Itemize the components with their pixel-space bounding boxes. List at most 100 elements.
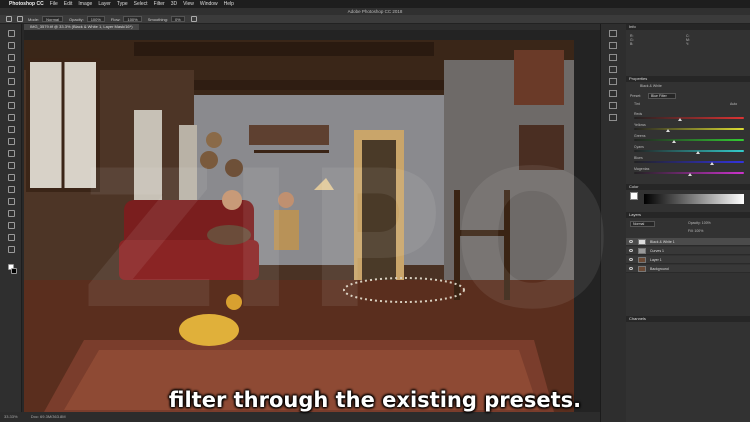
gear-icon[interactable] bbox=[190, 16, 197, 22]
gradient-tool-icon[interactable] bbox=[8, 162, 15, 169]
blues-slider-knob[interactable] bbox=[710, 162, 714, 165]
info-readout-1: R: G: B: bbox=[630, 34, 634, 46]
actions-icon[interactable] bbox=[609, 42, 617, 49]
menu-window[interactable]: Window bbox=[200, 1, 218, 7]
pen-tool-icon[interactable] bbox=[8, 186, 15, 193]
properties-panel-header[interactable]: Properties bbox=[626, 76, 750, 82]
menu-bar: Photoshop CC File Edit Image Layer Type … bbox=[0, 0, 750, 8]
shape-tool-icon[interactable] bbox=[8, 222, 15, 229]
cyans-slider-knob[interactable] bbox=[696, 151, 700, 154]
character-icon[interactable] bbox=[609, 90, 617, 97]
eye-icon[interactable] bbox=[629, 249, 633, 252]
options-bar: Mode: Normal Opacity: 100% Flow: 100% Sm… bbox=[0, 15, 750, 24]
layer-thumbnail bbox=[638, 266, 646, 272]
eye-icon[interactable] bbox=[629, 240, 633, 243]
menu-select[interactable]: Select bbox=[134, 1, 148, 7]
menu-file[interactable]: File bbox=[50, 1, 58, 7]
layer-thumbnail bbox=[638, 239, 646, 245]
layer-row[interactable]: Layer 1 bbox=[626, 256, 750, 264]
info-readout-2: C: M: Y: bbox=[686, 34, 690, 46]
auto-button[interactable]: Auto bbox=[730, 102, 737, 106]
stamp-tool-icon[interactable] bbox=[8, 126, 15, 133]
background-color-icon[interactable] bbox=[11, 268, 17, 274]
preset-dropdown[interactable]: Blue Filter bbox=[648, 93, 676, 99]
tools-panel bbox=[0, 24, 22, 412]
greens-slider[interactable] bbox=[634, 139, 744, 141]
type-tool-icon[interactable] bbox=[8, 198, 15, 205]
opacity-input[interactable]: 100% bbox=[86, 16, 105, 22]
tool-preset-icon[interactable] bbox=[6, 16, 12, 22]
styles-icon[interactable] bbox=[609, 114, 617, 121]
history-brush-icon[interactable] bbox=[8, 138, 15, 145]
layer-row[interactable]: Background bbox=[626, 265, 750, 273]
menu-type[interactable]: Type bbox=[117, 1, 128, 7]
menu-app-name[interactable]: Photoshop CC bbox=[9, 1, 44, 7]
mode-label: Mode: bbox=[28, 16, 40, 22]
menu-layer[interactable]: Layer bbox=[98, 1, 111, 7]
layer-opacity[interactable]: Opacity: 100% bbox=[688, 221, 711, 225]
history-icon[interactable] bbox=[609, 30, 617, 37]
layer-name: Background bbox=[650, 267, 669, 271]
channels-panel-header[interactable]: Channels bbox=[626, 316, 750, 322]
dodge-tool-icon[interactable] bbox=[8, 174, 15, 181]
layer-name: Black & White 1 bbox=[650, 240, 675, 244]
layer-fill[interactable]: Fill: 100% bbox=[688, 229, 703, 233]
eye-icon[interactable] bbox=[629, 267, 633, 270]
zoom-tool-icon[interactable] bbox=[8, 246, 15, 253]
path-select-tool-icon[interactable] bbox=[8, 210, 15, 217]
color-ramp[interactable] bbox=[644, 194, 744, 204]
quick-select-tool-icon[interactable] bbox=[8, 66, 15, 73]
menu-3d[interactable]: 3D bbox=[171, 1, 177, 7]
menu-view[interactable]: View bbox=[183, 1, 194, 7]
color-panel-header[interactable]: Color bbox=[626, 184, 750, 190]
reds-slider-knob[interactable] bbox=[678, 118, 682, 121]
layer-thumbnail bbox=[638, 257, 646, 263]
brush-settings-icon[interactable] bbox=[609, 54, 617, 61]
zoom-level[interactable]: 33.33% bbox=[4, 414, 18, 419]
flow-label: Flow: bbox=[110, 16, 121, 22]
brush-tool-icon[interactable] bbox=[8, 114, 15, 121]
layer-row[interactable]: Curves 1 bbox=[626, 247, 750, 255]
layer-row[interactable]: Black & White 1 bbox=[626, 238, 750, 246]
opacity-label: Opacity: bbox=[69, 16, 84, 22]
menu-edit[interactable]: Edit bbox=[64, 1, 73, 7]
brush-preset-icon[interactable] bbox=[17, 16, 23, 22]
hand-tool-icon[interactable] bbox=[8, 234, 15, 241]
cyans-slider[interactable] bbox=[634, 150, 744, 152]
reds-slider[interactable] bbox=[634, 117, 744, 119]
crop-tool-icon[interactable] bbox=[8, 78, 15, 85]
info-panel-header[interactable]: Info bbox=[626, 24, 750, 30]
mode-select[interactable]: Normal bbox=[42, 16, 64, 22]
eyedropper-tool-icon[interactable] bbox=[8, 90, 15, 97]
eraser-tool-icon[interactable] bbox=[8, 150, 15, 157]
menu-image[interactable]: Image bbox=[78, 1, 92, 7]
magentas-slider-knob[interactable] bbox=[688, 173, 692, 176]
blues-slider[interactable] bbox=[634, 161, 744, 163]
blend-mode-dropdown[interactable]: Normal bbox=[630, 221, 656, 227]
eye-icon[interactable] bbox=[629, 258, 633, 261]
menu-help[interactable]: Help bbox=[224, 1, 234, 7]
healing-tool-icon[interactable] bbox=[8, 102, 15, 109]
marquee-tool-icon[interactable] bbox=[8, 42, 15, 49]
adjustments-icon[interactable] bbox=[609, 102, 617, 109]
doc-size: Doc: 69.3M/363.8M bbox=[30, 414, 66, 419]
move-tool-icon[interactable] bbox=[8, 30, 15, 37]
preset-label: Preset: bbox=[630, 94, 642, 98]
flow-input[interactable]: 100% bbox=[123, 16, 142, 22]
layers-panel-header[interactable]: Layers bbox=[626, 212, 750, 218]
layer-thumbnail bbox=[638, 248, 646, 254]
tint-label: Tint bbox=[634, 102, 640, 106]
canvas-area[interactable] bbox=[24, 30, 600, 412]
greens-slider-knob[interactable] bbox=[672, 140, 676, 143]
panel-icon-strip bbox=[600, 24, 626, 422]
document-photo bbox=[24, 40, 574, 412]
window-title: Adobe Photoshop CC 2018 bbox=[0, 8, 750, 15]
swatches-icon[interactable] bbox=[609, 66, 617, 73]
smoothing-input[interactable]: 0% bbox=[170, 16, 185, 22]
foreground-swatch[interactable] bbox=[630, 192, 638, 200]
yellows-slider[interactable] bbox=[634, 128, 744, 130]
yellows-slider-knob[interactable] bbox=[666, 129, 670, 132]
menu-filter[interactable]: Filter bbox=[154, 1, 165, 7]
lasso-tool-icon[interactable] bbox=[8, 54, 15, 61]
paragraph-icon[interactable] bbox=[609, 78, 617, 85]
